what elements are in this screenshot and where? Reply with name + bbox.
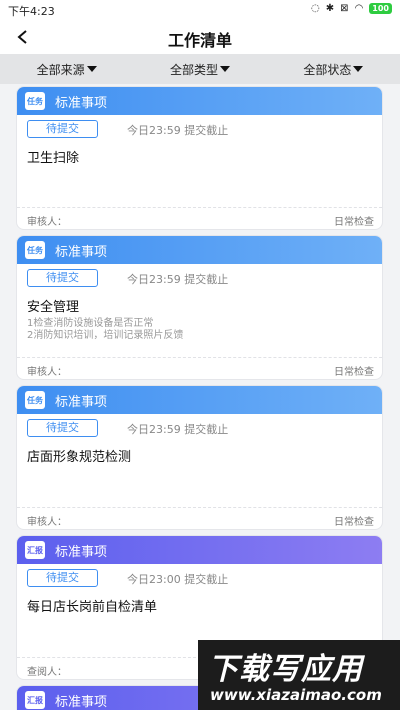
filter-type[interactable]: 全部类型 [133,61,266,78]
reviewer-label: 审核人： [27,517,67,528]
viewer-label: 查阅人： [27,667,67,678]
status-badge: 待提交 [27,269,98,287]
task-card[interactable]: 任务 标准事项 待提交 今日23:59 提交截止 店面形象规范检测 审核人： 日… [16,385,383,530]
filter-source-label: 全部来源 [36,62,85,77]
deadline-text: 今日23:59 提交截止 [127,273,229,286]
reviewer-label: 审核人： [27,217,67,228]
watermark-url: www.xiazaimao.com [210,686,382,704]
deadline-text: 今日23:00 提交截止 [127,573,229,586]
status-badge: 待提交 [27,120,98,138]
filter-bar: 全部来源 全部类型 全部状态 [0,54,400,84]
filter-type-label: 全部类型 [169,62,218,77]
category-label: 日常检查 [334,367,374,378]
nav-bar: 工作清单 [0,20,400,54]
category-label: 日常检查 [334,517,374,528]
card-header-title: 标准事项 [55,544,108,560]
card-header-title: 标准事项 [55,394,108,410]
card-header: 任务 标准事项 [17,386,382,414]
wifi-icon: ◠ [354,3,364,14]
watermark-logo: 下载写应用 www.xiazaimao.com [198,640,400,710]
watermark-main-text: 下载写应用 [208,652,363,687]
card-header-title: 标准事项 [55,244,108,260]
task-title: 卫生扫除 [27,151,80,166]
filter-status-label: 全部状态 [303,62,352,77]
bluetooth-icon: ✱ [325,3,335,14]
caret-down-icon [220,66,230,72]
alarm-icon: ◌ [311,3,320,14]
card-header: 任务 标准事项 [17,236,382,264]
card-header-title: 标准事项 [55,694,108,710]
task-title: 每日店长岗前自检清单 [27,600,158,615]
card-header: 任务 标准事项 [17,87,382,115]
caret-down-icon [86,66,97,72]
status-badge: 待提交 [27,419,98,437]
battery-icon: 100 [369,3,392,14]
report-tag-icon: 汇报 [25,541,45,559]
card-header-title: 标准事项 [55,95,108,111]
page-title: 工作清单 [167,31,232,50]
card-footer: 审核人： 日常检查 [17,207,382,229]
task-description-line: 1检查消防设施设备是否正常 [27,318,154,329]
category-label: 日常检查 [334,217,374,228]
status-time: 下午4:23 [8,5,55,18]
filter-source[interactable]: 全部来源 [0,61,133,78]
task-title: 安全管理 [27,300,80,315]
report-tag-icon: 汇报 [25,691,45,709]
task-tag-icon: 任务 [25,241,45,259]
task-description-line: 2消防知识培训，培训记录照片反馈 [27,330,184,341]
deadline-text: 今日23:59 提交截止 [127,423,229,436]
reviewer-label: 审核人： [27,367,67,378]
caret-down-icon [353,66,364,72]
task-card[interactable]: 任务 标准事项 待提交 今日23:59 提交截止 卫生扫除 审核人： 日常检查 [16,86,383,230]
task-tag-icon: 任务 [25,92,45,110]
status-icons: ◌ ✱ ⊠ ◠ 100 [311,3,392,14]
deadline-text: 今日23:59 提交截止 [127,124,229,137]
task-tag-icon: 任务 [25,391,45,409]
card-footer: 审核人： 日常检查 [17,357,382,379]
task-card[interactable]: 任务 标准事项 待提交 今日23:59 提交截止 安全管理 1检查消防设施设备是… [16,235,383,380]
status-bar: 下午4:23 ◌ ✱ ⊠ ◠ 100 [0,0,400,20]
sim-icon: ⊠ [340,3,349,14]
card-footer: 审核人： 日常检查 [17,507,382,529]
status-badge: 待提交 [27,569,98,587]
task-description: 1检查消防设施设备是否正常 2消防知识培训，培训记录照片反馈 [27,318,183,342]
card-header: 汇报 标准事项 [17,536,382,564]
task-title: 店面形象规范检测 [27,450,132,465]
filter-status[interactable]: 全部状态 [267,61,400,78]
